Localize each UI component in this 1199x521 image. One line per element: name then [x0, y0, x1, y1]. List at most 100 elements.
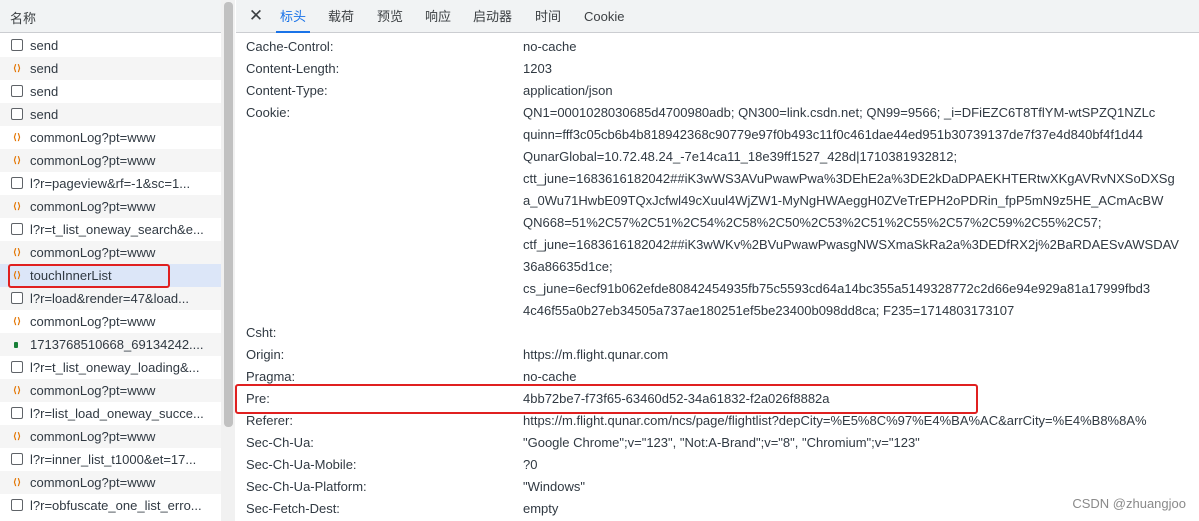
xhr-icon: ⟨⟩: [12, 316, 22, 326]
header-value: 36a86635d1ce;: [523, 259, 613, 274]
header-value: QunarGlobal=10.72.48.24_-7e14ca11_18e39f…: [523, 149, 958, 164]
header-row: Sec-Ch-Ua-Platform: "Windows": [236, 476, 1199, 498]
tab-headers[interactable]: 标头: [275, 0, 311, 33]
doc-icon: [11, 85, 23, 97]
request-row[interactable]: l?r=inner_list_t1000&et=17...: [0, 448, 221, 471]
header-value: quinn=fff3c05cb6b4b818942368c90779e97f0b…: [523, 127, 1143, 142]
request-row[interactable]: send: [0, 80, 221, 103]
request-row[interactable]: l?r=list_load_oneway_succe...: [0, 402, 221, 425]
tab-payload[interactable]: 载荷: [328, 0, 354, 33]
request-row[interactable]: l?r=t_list_oneway_loading&...: [0, 356, 221, 379]
xhr-icon: ⟨⟩: [12, 132, 22, 142]
request-name: l?r=obfuscate_one_list_erro...: [30, 498, 202, 513]
request-name: send: [30, 61, 59, 76]
request-row[interactable]: ⟨⟩ commonLog?pt=www: [0, 149, 221, 172]
request-name: commonLog?pt=www: [30, 429, 156, 444]
header-value: ctf_june=1683616182042##iK3wWKv%2BVuPwaw…: [523, 237, 1179, 252]
request-row[interactable]: ⟨⟩ commonLog?pt=www: [0, 310, 221, 333]
request-name: commonLog?pt=www: [30, 153, 156, 168]
header-row: Csht:: [236, 322, 1199, 344]
name-column-label: 名称: [10, 11, 37, 26]
doc-icon: [11, 361, 23, 373]
header-name: Content-Length:: [246, 61, 340, 76]
image-icon: [14, 342, 18, 348]
close-icon[interactable]: ✕: [246, 6, 266, 26]
doc-icon: [11, 177, 23, 189]
request-row[interactable]: ⟨⟩ commonLog?pt=www: [0, 425, 221, 448]
request-list-scrollbar[interactable]: [221, 0, 235, 521]
request-headers-list: Cache-Control: no-cache Content-Length: 120…: [236, 36, 1199, 520]
scrollbar-thumb[interactable]: [224, 2, 233, 427]
selected-request-highlight: [8, 264, 170, 288]
request-row[interactable]: ⟨⟩ commonLog?pt=www: [0, 126, 221, 149]
request-name: send: [30, 84, 59, 99]
xhr-icon: ⟨⟩: [12, 385, 22, 395]
header-name: Csht:: [246, 325, 277, 340]
header-row: Sec-Fetch-Dest: empty: [236, 498, 1199, 520]
doc-icon: [11, 453, 23, 465]
request-row[interactable]: 1713768510668_69134242....: [0, 333, 221, 356]
header-value: QN1=0001028030685d4700980adb; QN300=link…: [523, 105, 1156, 120]
request-name: commonLog?pt=www: [30, 130, 156, 145]
header-value: empty: [523, 501, 559, 516]
request-list-panel: 名称 send ⟨⟩ send send send ⟨⟩ commonLog?pt=www ⟨…: [0, 0, 222, 521]
request-row[interactable]: ⟨⟩ commonLog?pt=www: [0, 471, 221, 494]
request-row[interactable]: ⟨⟩ commonLog?pt=www: [0, 241, 221, 264]
request-row[interactable]: l?r=obfuscate_one_list_erro...: [0, 494, 221, 517]
request-name: l?r=inner_list_t1000&et=17...: [30, 452, 197, 467]
header-value: "Windows": [523, 479, 585, 494]
request-name: 1713768510668_69134242....: [30, 337, 204, 352]
request-row[interactable]: l?r=t_list_oneway_search&e...: [0, 218, 221, 241]
request-row[interactable]: ⟨⟩ commonLog?pt=www: [0, 379, 221, 402]
tab-preview[interactable]: 预览: [377, 0, 403, 33]
request-name: l?r=t_list_oneway_search&e...: [30, 222, 204, 237]
request-row[interactable]: ⟨⟩ send: [0, 57, 221, 80]
doc-icon: [11, 499, 23, 511]
header-value: cs_june=6ecf91b062efde80842454935fb75c55…: [523, 281, 1151, 296]
header-name: Sec-Ch-Ua:: [246, 435, 314, 450]
watermark: CSDN @zhuangjoo: [1072, 496, 1186, 511]
request-row[interactable]: l?r=pageview&rf=-1&sc=1...: [0, 172, 221, 195]
request-row[interactable]: l?r=load&render=47&load...: [0, 287, 221, 310]
name-column-header[interactable]: 名称: [0, 0, 221, 33]
header-value: "Google Chrome";v="123", "Not:A-Brand";v…: [523, 435, 920, 450]
header-name: Sec-Ch-Ua-Mobile:: [246, 457, 357, 472]
request-name: l?r=list_load_oneway_succe...: [30, 406, 204, 421]
header-value: ctt_june=1683616182042##iK3wWS3AVuPwawPw…: [523, 171, 1175, 186]
header-name: Origin:: [246, 347, 285, 362]
xhr-icon: ⟨⟩: [12, 63, 22, 73]
detail-tab-bar: ✕ 标头 载荷 预览 响应 启动器 时间 Cookie: [236, 0, 1199, 33]
tab-cookies[interactable]: Cookie: [584, 0, 624, 33]
header-value: a_0Wu71HwbE09TQxJcfwl49cXuul4WjZW1-MyNgH…: [523, 193, 1164, 208]
header-value: QN668=51%2C57%2C51%2C54%2C58%2C50%2C53%2…: [523, 215, 1102, 230]
xhr-icon: ⟨⟩: [12, 247, 22, 257]
header-name: Sec-Fetch-Dest:: [246, 501, 340, 516]
header-name: Cookie:: [246, 105, 291, 120]
request-row[interactable]: ⟨⟩ commonLog?pt=www: [0, 195, 221, 218]
header-value: ?0: [523, 457, 538, 472]
tab-timing[interactable]: 时间: [535, 0, 561, 33]
xhr-icon: ⟨⟩: [12, 201, 22, 211]
request-row[interactable]: send: [0, 34, 221, 57]
header-value: https://m.flight.qunar.com: [523, 347, 669, 362]
xhr-icon: ⟨⟩: [12, 431, 22, 441]
request-detail-panel: ✕ 标头 载荷 预览 响应 启动器 时间 Cookie Cache-Contro…: [236, 0, 1199, 521]
header-row: Sec-Ch-Ua-Mobile: ?0: [236, 454, 1199, 476]
xhr-icon: ⟨⟩: [12, 477, 22, 487]
header-value: no-cache: [523, 39, 577, 54]
request-name: send: [30, 107, 59, 122]
header-value: 1203: [523, 61, 552, 76]
request-row[interactable]: send: [0, 103, 221, 126]
header-row: Content-Type: application/json: [236, 80, 1199, 102]
request-name: l?r=pageview&rf=-1&sc=1...: [30, 176, 191, 191]
header-name: Cache-Control:: [246, 39, 334, 54]
doc-icon: [11, 292, 23, 304]
request-name: l?r=t_list_oneway_loading&...: [30, 360, 200, 375]
doc-icon: [11, 407, 23, 419]
header-value: 4c46f55a0b27eb34505a737ae180251ef5be2340…: [523, 303, 1015, 318]
tab-initiator[interactable]: 启动器: [473, 0, 512, 33]
header-name: Sec-Ch-Ua-Platform:: [246, 479, 367, 494]
request-name: commonLog?pt=www: [30, 314, 156, 329]
header-value: application/json: [523, 83, 613, 98]
tab-response[interactable]: 响应: [425, 0, 451, 33]
